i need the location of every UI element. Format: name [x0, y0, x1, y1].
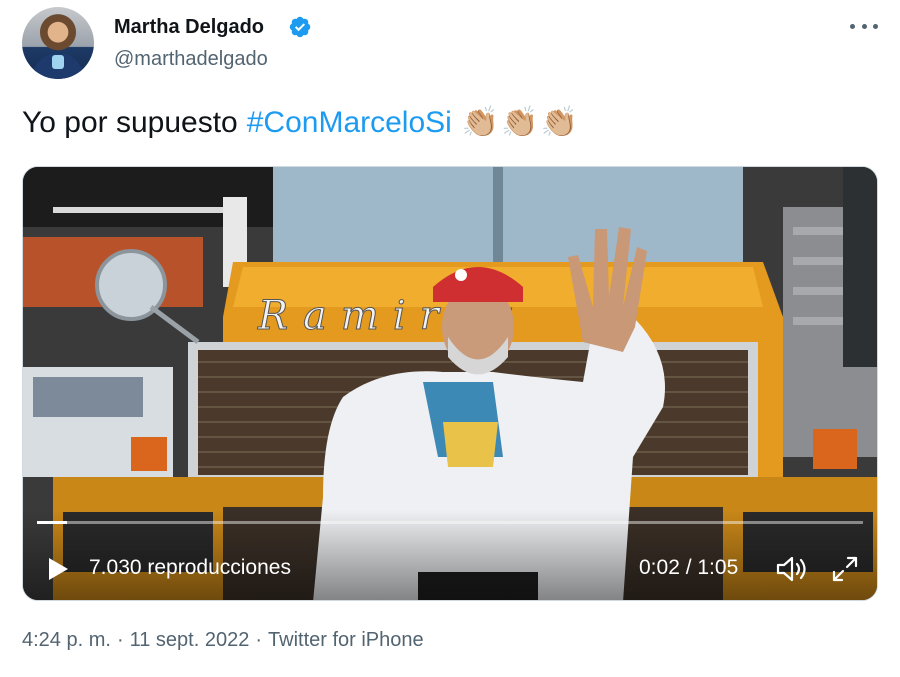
tweet-time[interactable]: 4:24 p. m. [22, 629, 111, 651]
tweet-body: Yo por supuesto [22, 106, 238, 139]
clap-emoji: 👏🏼 [501, 106, 539, 139]
more-dot [850, 23, 855, 29]
tweet-meta: 4:24 p. m. · 11 sept. 2022 · Twitter for iPh… [22, 629, 424, 652]
volume-icon[interactable] [775, 555, 809, 583]
tweet-date[interactable]: 11 sept. 2022 [130, 629, 250, 651]
video-player[interactable]: Ramirez 7.030 reproducciones 0:02 / 1:05 [22, 166, 878, 601]
author-handle[interactable]: @marthadelgado [114, 48, 268, 71]
clap-emojis: 👏🏼 👏🏼 👏🏼 [462, 108, 578, 138]
verified-badge-icon [289, 16, 311, 38]
tweet-text: Yo por supuesto #ConMarceloSi 👏🏼 👏🏼 👏🏼 [22, 106, 578, 140]
avatar-scarf [52, 55, 64, 69]
more-dot [861, 23, 867, 29]
meta-separator: · [116, 629, 124, 651]
hashtag-link[interactable]: #ConMarceloSi [247, 106, 452, 140]
more-icon[interactable] [850, 14, 878, 38]
clap-emoji: 👏🏼 [540, 106, 578, 139]
avatar[interactable] [22, 7, 94, 79]
fullscreen-icon[interactable] [831, 555, 859, 583]
progress-bar[interactable] [37, 521, 863, 524]
progress-fill [37, 521, 67, 524]
clap-emoji: 👏🏼 [461, 106, 500, 139]
playback-time: 0:02 / 1:05 [639, 556, 739, 579]
author-name[interactable]: Martha Delgado [114, 16, 264, 39]
play-icon[interactable] [47, 557, 69, 581]
view-count: 7.030 reproducciones [89, 556, 291, 579]
more-dot [873, 23, 878, 29]
meta-separator: · [255, 629, 263, 651]
tweet-source: Twitter for iPhone [268, 629, 424, 651]
